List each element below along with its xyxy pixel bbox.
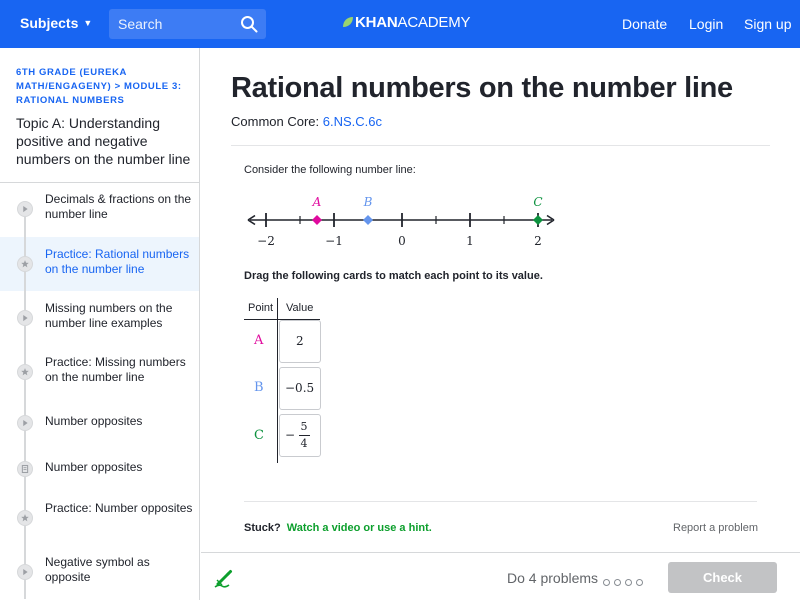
progress-dot <box>603 579 610 586</box>
logo-rest: ACADEMY <box>397 14 471 31</box>
logo-bold: KHAN <box>355 14 398 31</box>
signup-link[interactable]: Sign up <box>744 16 791 32</box>
column-rule <box>277 298 278 463</box>
lesson-item[interactable]: Number opposites <box>0 445 199 491</box>
breadcrumb-grade[interactable]: 6TH GRADE (EUREKA MATH/ENGAGENY) <box>16 67 127 92</box>
search-icon[interactable] <box>240 15 258 33</box>
point-label-a: A <box>254 333 264 348</box>
top-nav-bar: Subjects ▼ Search KHANACADEMY Donate Logi… <box>0 0 800 48</box>
play-icon <box>17 564 33 580</box>
donate-link[interactable]: Donate <box>622 16 667 32</box>
report-problem-link[interactable]: Report a problem <box>673 522 758 534</box>
progress-text: Do 4 problems <box>507 570 599 586</box>
fraction-denominator: 4 <box>300 437 308 450</box>
breadcrumb-separator: > <box>114 81 121 92</box>
leaf-icon <box>343 17 353 27</box>
topic-title: Topic A: Understanding positive and nega… <box>16 115 191 167</box>
stuck-prompt: Stuck? Watch a video or use a hint. <box>244 522 432 534</box>
lesson-label: Number opposites <box>45 414 143 428</box>
point-name-b: B <box>363 195 373 209</box>
instruction: Drag the following cards to match each p… <box>244 270 543 282</box>
search-placeholder: Search <box>118 16 163 32</box>
page-title: Rational numbers on the number line <box>231 72 733 104</box>
point-marker-a <box>312 215 322 225</box>
card-value-sign: − <box>285 428 296 442</box>
tick-label: −2 <box>257 234 275 248</box>
fraction-bar <box>298 435 310 436</box>
question-prompt: Consider the following number line: <box>244 164 416 176</box>
point-name-a: A <box>312 195 322 209</box>
lesson-item[interactable]: Negative symbol as opposite <box>0 545 199 599</box>
card-value: 2 <box>296 334 304 348</box>
lesson-list: Decimals & fractions on the number line … <box>0 182 199 599</box>
divider <box>231 145 770 146</box>
fraction-numerator: 5 <box>300 420 308 433</box>
sidebar: 6TH GRADE (EUREKA MATH/ENGAGENY) > MODUL… <box>0 48 200 600</box>
lesson-label: Number opposites <box>45 460 143 474</box>
lesson-item[interactable]: Number opposites <box>0 399 199 445</box>
breadcrumb: 6TH GRADE (EUREKA MATH/ENGAGENY) > MODUL… <box>16 66 192 108</box>
point-name-c: C <box>533 195 542 209</box>
column-header-value: Value <box>286 302 314 314</box>
number-line: −2 −1 0 1 2 A B C <box>247 195 555 248</box>
play-icon <box>17 415 33 431</box>
point-marker-b <box>363 215 373 225</box>
article-icon <box>17 461 33 477</box>
subjects-label: Subjects <box>20 15 79 31</box>
play-icon <box>17 310 33 326</box>
lesson-label: Practice: Rational numbers on the number… <box>45 247 190 276</box>
lesson-label: Practice: Missing numbers on the number … <box>45 355 186 384</box>
tick-label: −1 <box>325 234 343 248</box>
value-card[interactable]: 2 <box>279 320 321 363</box>
exercise-panel: Rational numbers on the number line Comm… <box>201 48 800 552</box>
subjects-menu[interactable]: Subjects ▼ <box>20 15 92 31</box>
lesson-label: Practice: Number opposites <box>45 501 193 515</box>
lesson-label: Missing numbers on the number line examp… <box>45 301 173 330</box>
value-card[interactable]: − 5 4 <box>279 414 321 457</box>
lesson-item[interactable]: Decimals & fractions on the number line <box>0 183 199 237</box>
login-link[interactable]: Login <box>689 16 723 32</box>
value-card[interactable]: −0.5 <box>279 367 321 410</box>
match-table: Point Value A 2 B −0.5 C − 5 4 <box>244 298 324 463</box>
play-icon <box>17 201 33 217</box>
divider <box>244 501 757 502</box>
column-header-point: Point <box>248 302 274 314</box>
exercise-footer: Do 4 problems Check <box>201 552 800 600</box>
lesson-label: Decimals & fractions on the number line <box>45 192 192 221</box>
progress-dot <box>636 579 643 586</box>
point-marker-c <box>533 215 543 225</box>
lesson-item[interactable]: Practice: Number opposites <box>0 491 199 545</box>
progress-dot <box>614 579 621 586</box>
fraction: 5 4 <box>297 420 311 451</box>
progress-dot <box>625 579 632 586</box>
progress-dots <box>603 573 647 591</box>
tick-label: 1 <box>466 234 474 248</box>
star-icon <box>17 256 33 272</box>
scratchpad-pencil-icon[interactable] <box>213 567 235 589</box>
common-core-label: Common Core: <box>231 114 320 129</box>
point-label-c: C <box>254 428 264 443</box>
tick-label: 0 <box>398 234 406 248</box>
common-core: Common Core: 6.NS.C.6c <box>231 114 382 129</box>
lesson-item-active[interactable]: Practice: Rational numbers on the number… <box>0 237 199 291</box>
lesson-label: Negative symbol as opposite <box>45 555 150 584</box>
star-icon <box>17 510 33 526</box>
lesson-item[interactable]: Missing numbers on the number line examp… <box>0 291 199 345</box>
hint-link[interactable]: Watch a video or use a hint. <box>287 522 432 534</box>
star-icon <box>17 364 33 380</box>
card-value: −0.5 <box>285 381 315 395</box>
common-core-link[interactable]: 6.NS.C.6c <box>323 114 382 129</box>
lesson-item[interactable]: Practice: Missing numbers on the number … <box>0 345 199 399</box>
chevron-down-icon: ▼ <box>83 18 93 28</box>
check-button[interactable]: Check <box>668 562 777 593</box>
tick-label: 2 <box>534 234 542 248</box>
stuck-label: Stuck? <box>244 522 281 534</box>
point-label-b: B <box>254 380 264 395</box>
search-input[interactable]: Search <box>109 9 266 39</box>
